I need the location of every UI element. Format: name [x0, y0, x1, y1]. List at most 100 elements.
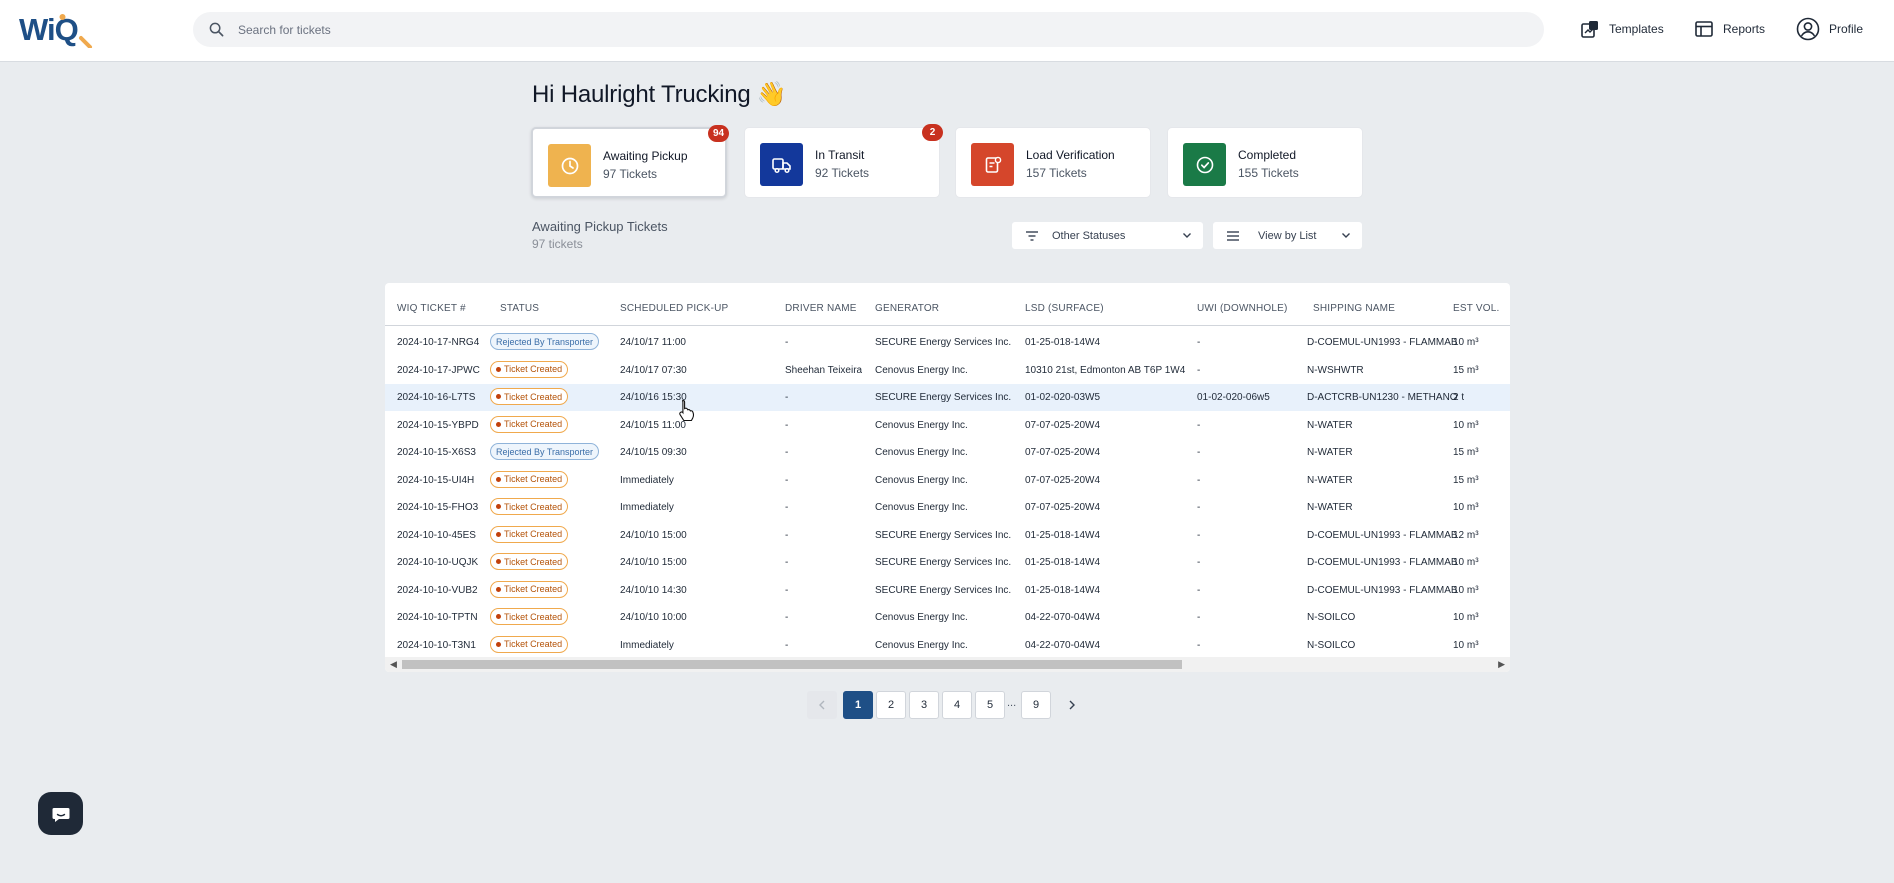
- cell-ticket[interactable]: 2024-10-15-FHO3: [397, 502, 478, 513]
- th-shipping[interactable]: SHIPPING NAME: [1313, 303, 1395, 314]
- table-row[interactable]: 2024-10-10-T3N1 Ticket Created Immediately…: [385, 632, 1510, 659]
- cell-uwi: -: [1197, 502, 1201, 513]
- cell-ticket[interactable]: 2024-10-16-L7TS: [397, 392, 475, 403]
- reports-label: Reports: [1723, 22, 1766, 36]
- status-badge-label: Rejected By Transporter: [496, 336, 594, 347]
- cell-lsd: 07-07-025-20W4: [1025, 419, 1101, 431]
- cell-generator: Cenovus Energy Inc.: [875, 612, 968, 623]
- status-dot-icon: [496, 531, 501, 537]
- next-page-button[interactable]: [1057, 691, 1087, 719]
- chat-icon: [52, 807, 69, 822]
- check-circle-icon: [1183, 143, 1226, 186]
- cell-generator: SECURE Energy Services Inc.: [875, 557, 1012, 568]
- th-uwi[interactable]: UWI (DOWNHOLE): [1197, 303, 1288, 314]
- scroll-right-arrow-icon[interactable]: ▶: [1498, 659, 1505, 670]
- table-row[interactable]: 2024-10-10-UQJK Ticket Created 24/10/10 15…: [385, 549, 1510, 576]
- prev-page-button[interactable]: [807, 691, 837, 719]
- cell-ticket[interactable]: 2024-10-10-TPTN: [397, 612, 478, 623]
- cell-ticket[interactable]: 2024-10-10-45ES: [397, 530, 476, 541]
- cell-est-vol: 10 m³: [1453, 584, 1479, 596]
- cell-est-vol: 10 m³: [1453, 337, 1479, 348]
- view-mode-label: View by List: [1258, 229, 1317, 242]
- th-lsd[interactable]: LSD (SURFACE): [1025, 303, 1104, 314]
- status-badge-label: Ticket Created: [504, 364, 563, 374]
- view-mode-dropdown[interactable]: View by List: [1213, 222, 1362, 249]
- card-count: 92 Tickets: [815, 166, 870, 180]
- cell-ticket[interactable]: 2024-10-15-X6S3: [397, 447, 476, 458]
- search-input[interactable]: [238, 22, 1438, 37]
- table-row[interactable]: 2024-10-17-NRG4 Rejected By Transporter 24…: [385, 329, 1510, 356]
- card-in-transit[interactable]: In Transit 92 Tickets 2: [744, 124, 943, 198]
- th-generator[interactable]: GENERATOR: [875, 303, 939, 314]
- cell-generator: Cenovus Energy Inc.: [875, 502, 968, 513]
- cell-driver: -: [785, 392, 789, 403]
- templates-button[interactable]: Templates: [1580, 16, 1664, 42]
- table-row[interactable]: 2024-10-10-VUB2 Ticket Created 24/10/10 14…: [385, 577, 1510, 604]
- scroll-thumb[interactable]: [402, 660, 1182, 669]
- scroll-left-arrow-icon[interactable]: ◀: [390, 659, 397, 670]
- th-pickup[interactable]: SCHEDULED PICK-UP: [620, 303, 728, 314]
- th-ticket[interactable]: WIQ TICKET #: [397, 303, 466, 314]
- status-badge-label: Ticket Created: [504, 529, 563, 539]
- status-badge-label: Ticket Created: [504, 474, 563, 484]
- table-row[interactable]: 2024-10-15-UI4H Ticket Created Immediately…: [385, 467, 1510, 494]
- cell-ticket[interactable]: 2024-10-10-T3N1: [397, 640, 476, 651]
- status-badge: Ticket Created: [490, 635, 569, 653]
- profile-button[interactable]: Profile: [1796, 16, 1863, 42]
- status-badge: Ticket Created: [490, 525, 569, 543]
- th-status[interactable]: STATUS: [500, 303, 539, 314]
- table-row[interactable]: 2024-10-15-X6S3 Rejected By Transporter 24…: [385, 439, 1510, 466]
- chevron-right-icon: [1069, 700, 1075, 710]
- th-est-vol[interactable]: EST VOL.: [1453, 303, 1499, 314]
- notification-badge: 2: [922, 124, 943, 141]
- cell-uwi: -: [1197, 364, 1201, 376]
- cell-ticket[interactable]: 2024-10-17-NRG4: [397, 337, 479, 348]
- page-9-button[interactable]: 9: [1021, 691, 1051, 719]
- cell-ticket[interactable]: 2024-10-17-JPWC: [397, 365, 480, 376]
- page-3-button[interactable]: 3: [909, 691, 939, 719]
- chat-widget-button[interactable]: [38, 792, 83, 835]
- profile-label: Profile: [1829, 22, 1864, 36]
- reports-button[interactable]: Reports: [1694, 16, 1765, 42]
- cell-driver: -: [785, 584, 789, 596]
- status-filter-dropdown[interactable]: Other Statuses: [1012, 222, 1203, 249]
- card-completed[interactable]: Completed 155 Tickets: [1167, 127, 1363, 198]
- section-subtitle: 97 tickets: [532, 237, 583, 251]
- cell-generator: SECURE Energy Services Inc.: [875, 392, 1012, 403]
- cell-shipping: N-WATER: [1307, 502, 1353, 513]
- cell-driver: -: [785, 529, 789, 541]
- top-bar: WiQ Templates Reports Profile: [0, 0, 1894, 62]
- table-row[interactable]: 2024-10-15-YBPD Ticket Created 24/10/15 11…: [385, 412, 1510, 439]
- page-2-button[interactable]: 2: [876, 691, 906, 719]
- search-bar[interactable]: [193, 12, 1544, 47]
- cell-lsd: 01-25-018-14W4: [1025, 529, 1101, 541]
- cell-generator: Cenovus Energy Inc.: [875, 364, 968, 376]
- table-row[interactable]: 2024-10-15-FHO3 Ticket Created Immediately…: [385, 494, 1510, 521]
- cell-ticket[interactable]: 2024-10-10-VUB2: [397, 585, 478, 596]
- card-load-verification[interactable]: Load Verification 157 Tickets: [955, 127, 1151, 198]
- cell-ticket[interactable]: 2024-10-10-UQJK: [397, 557, 478, 568]
- filter-icon: [1026, 230, 1038, 241]
- section-title: Awaiting Pickup Tickets: [532, 219, 668, 234]
- cell-ticket[interactable]: 2024-10-15-UI4H: [397, 475, 474, 486]
- cell-driver: -: [785, 419, 789, 431]
- page-4-button[interactable]: 4: [942, 691, 972, 719]
- table-row[interactable]: 2024-10-16-L7TS Ticket Created 24/10/16 15…: [385, 384, 1510, 411]
- card-count: 157 Tickets: [1026, 166, 1087, 180]
- status-badge: Ticket Created: [490, 388, 569, 405]
- status-badge-label: Ticket Created: [504, 639, 563, 649]
- page-1-button[interactable]: 1: [843, 691, 873, 719]
- page-5-button[interactable]: 5: [975, 691, 1005, 719]
- card-awaiting-pickup[interactable]: Awaiting Pickup 97 Tickets 94: [531, 125, 729, 198]
- status-dot-icon: [496, 366, 501, 372]
- status-dot-icon: [496, 394, 501, 399]
- wiq-logo[interactable]: WiQ: [19, 10, 99, 48]
- th-driver[interactable]: DRIVER NAME: [785, 303, 857, 314]
- table-row[interactable]: 2024-10-10-TPTN Ticket Created 24/10/10 10…: [385, 604, 1510, 631]
- horizontal-scrollbar[interactable]: ◀ ▶: [385, 657, 1510, 672]
- cell-shipping: N-WSHWTR: [1307, 364, 1364, 376]
- table-row[interactable]: 2024-10-17-JPWC Ticket Created 24/10/17 07…: [385, 357, 1510, 384]
- cell-pickup: Immediately: [620, 639, 674, 651]
- table-row[interactable]: 2024-10-10-45ES Ticket Created 24/10/10 15…: [385, 522, 1510, 549]
- cell-ticket[interactable]: 2024-10-15-YBPD: [397, 420, 479, 431]
